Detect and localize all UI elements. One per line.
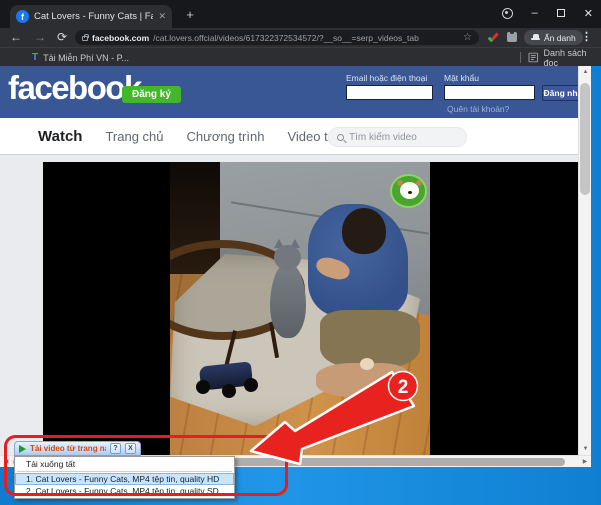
incognito-label: Ẩn danh (544, 33, 576, 43)
bookmarks-divider (520, 52, 521, 63)
url-path: /cat.lovers.offcial/videos/6173223725345… (153, 33, 459, 43)
video-search-input[interactable]: Tìm kiếm video (328, 127, 467, 147)
tab-strip: f Cat Lovers - Funny Cats | Facebo ✕ + –… (0, 0, 601, 28)
window-maximize-button[interactable] (557, 9, 565, 17)
scroll-left-icon[interactable]: ◀ (0, 456, 12, 467)
reading-list-icon (528, 52, 539, 63)
facebook-favicon-icon: f (16, 10, 29, 23)
video-frame (170, 162, 430, 455)
play-icon (19, 445, 26, 453)
video-toy-wheel (196, 380, 210, 394)
browser-tab[interactable]: f Cat Lovers - Funny Cats | Facebo ✕ (10, 5, 172, 28)
scroll-up-icon[interactable]: ▲ (579, 66, 591, 78)
incognito-icon (531, 34, 540, 41)
window-controls: – ✕ (502, 0, 593, 26)
email-label: Email hoặc điện thoại (346, 73, 427, 83)
incognito-badge: Ẩn danh (524, 30, 583, 45)
popup-close-button[interactable]: X (125, 443, 136, 454)
browser-menu-icon[interactable]: ⋮ (581, 28, 592, 47)
signup-button[interactable]: Đăng ký (122, 86, 181, 103)
scroll-right-icon[interactable]: ▶ (579, 456, 591, 467)
download-popup-menu: Tải xuống tất 1. Cat Lovers - Funny Cats… (14, 456, 235, 499)
bookmark-item[interactable]: T Tải Miễn Phí VN - P... (32, 48, 129, 67)
back-icon[interactable]: ← (10, 28, 22, 47)
download-popup-title: Tải video từ trang này (30, 444, 106, 453)
window-minimize-button[interactable]: – (532, 7, 538, 19)
nav-home[interactable]: Trang chủ (105, 129, 163, 144)
menu-separator (17, 471, 232, 472)
media-control-icon[interactable] (502, 8, 513, 19)
video-man-head (342, 208, 386, 254)
download-extension-icon[interactable] (487, 31, 500, 44)
video-toy-wheel (244, 378, 258, 392)
bookmark-star-icon[interactable]: ☆ (463, 32, 472, 43)
page-content: facebook Đăng ký Email hoặc điện thoại M… (0, 66, 591, 467)
video-cat-head (274, 245, 301, 270)
vertical-scrollbar-thumb[interactable] (580, 83, 590, 195)
forgot-account-link[interactable]: Quên tài khoản? (447, 104, 509, 114)
facebook-header: facebook Đăng ký Email hoặc điện thoại M… (0, 66, 591, 118)
scroll-down-icon[interactable]: ▼ (579, 443, 591, 455)
menu-item-download-sd[interactable]: 2. Cat Lovers - Funny Cats, MP4 tệp tin,… (15, 485, 234, 497)
vertical-scrollbar[interactable]: ▲ ▼ (578, 66, 591, 455)
menu-item-download-all[interactable]: Tải xuống tất (15, 458, 234, 470)
url-host: facebook.com (92, 33, 149, 43)
tab-close-icon[interactable]: ✕ (158, 11, 166, 22)
facebook-logo[interactable]: facebook (8, 69, 141, 107)
forward-icon[interactable]: → (34, 28, 46, 47)
video-watermark-logo (390, 174, 427, 208)
reading-list-button[interactable]: Danh sách đọc (528, 48, 601, 67)
facebook-nav: Watch Trang chủ Chương trình Video trực … (0, 118, 591, 155)
search-placeholder: Tìm kiếm video (349, 132, 417, 143)
lock-icon (82, 36, 88, 41)
video-ball (360, 358, 374, 370)
password-field[interactable] (444, 85, 535, 100)
popup-help-button[interactable]: ? (110, 443, 121, 454)
desktop: f Cat Lovers - Funny Cats | Facebo ✕ + –… (0, 0, 601, 505)
email-field[interactable] (346, 85, 433, 100)
video-toy-wheel (222, 384, 236, 398)
address-bar[interactable]: facebook.com /cat.lovers.offcial/videos/… (75, 30, 479, 45)
download-popup-titlebar[interactable]: Tải video từ trang này ? X (14, 441, 141, 456)
window-close-button[interactable]: ✕ (584, 7, 593, 20)
password-label: Mật khẩu (444, 73, 479, 83)
bookmark-favicon-icon: T (32, 52, 38, 63)
reading-list-label: Danh sách đọc (544, 48, 601, 68)
browser-toolbar: ← → ⟳ facebook.com /cat.lovers.offcial/v… (0, 28, 601, 47)
menu-item-download-hd[interactable]: 1. Cat Lovers - Funny Cats, MP4 tệp tin,… (15, 473, 234, 485)
bookmark-label: Tải Miễn Phí VN - P... (43, 53, 129, 63)
search-icon (337, 134, 344, 141)
extensions-puzzle-icon[interactable] (507, 32, 517, 42)
reload-icon[interactable]: ⟳ (57, 28, 67, 47)
tab-title: Cat Lovers - Funny Cats | Facebo (34, 11, 153, 22)
video-player[interactable] (43, 162, 578, 455)
bookmarks-bar: T Tải Miễn Phí VN - P... Danh sách đọc (0, 47, 601, 66)
nav-shows[interactable]: Chương trình (187, 129, 265, 144)
browser-chrome: f Cat Lovers - Funny Cats | Facebo ✕ + –… (0, 0, 601, 66)
new-tab-button[interactable]: + (182, 7, 198, 23)
nav-watch[interactable]: Watch (38, 128, 82, 145)
